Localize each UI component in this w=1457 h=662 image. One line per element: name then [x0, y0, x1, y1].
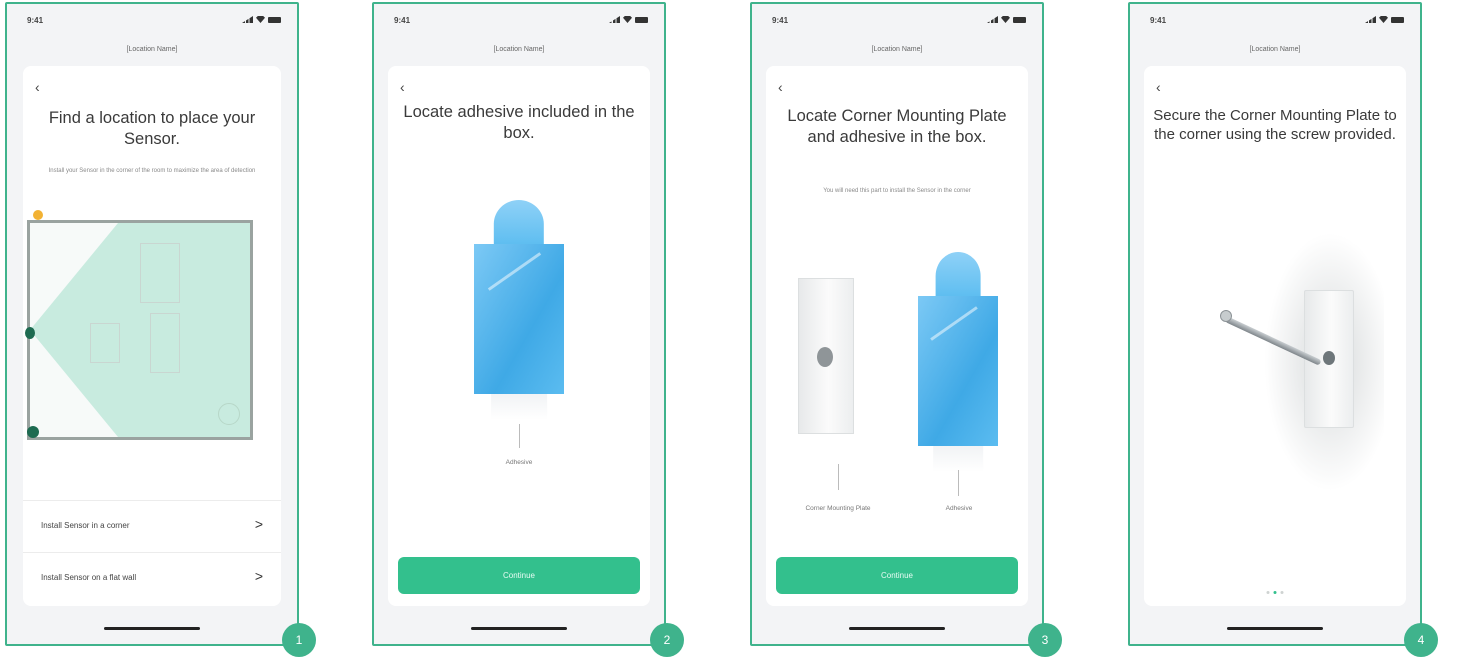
page-indicator — [1266, 591, 1284, 594]
back-chevron-icon[interactable]: ‹ — [400, 80, 405, 94]
caption-leader — [838, 464, 839, 490]
wifi-icon — [1001, 16, 1010, 23]
room-diagram — [25, 220, 253, 440]
furniture-outline — [140, 243, 180, 303]
step-badge: 1 — [282, 623, 316, 657]
battery-icon — [1391, 16, 1404, 23]
sensor-marker-icon — [33, 210, 43, 220]
back-chevron-icon[interactable]: ‹ — [35, 80, 40, 94]
back-chevron-icon[interactable]: ‹ — [1156, 80, 1161, 94]
chevron-right-icon: > — [254, 516, 263, 532]
phone-screen-3: 9:41 [Location Name] ‹ Locate Corner Mou… — [750, 2, 1044, 646]
page-dot-active — [1273, 591, 1277, 594]
status-bar: 9:41 — [394, 16, 648, 28]
status-bar: 9:41 — [27, 16, 281, 28]
signal-icon — [242, 16, 253, 23]
status-bar: 9:41 — [772, 16, 1026, 28]
home-indicator — [849, 627, 945, 630]
sensor-wall-icon — [25, 327, 35, 339]
phone-screen-2: 9:41 [Location Name] ‹ Locate adhesive i… — [372, 2, 666, 646]
wifi-icon — [1379, 16, 1388, 23]
status-icons — [1365, 16, 1404, 23]
screen-title: Secure the Corner Mounting Plate to the … — [1153, 107, 1397, 143]
step-badge: 2 — [650, 623, 684, 657]
back-chevron-icon[interactable]: ‹ — [778, 80, 783, 94]
content-card: ‹ Locate adhesive included in the box. A… — [388, 66, 650, 606]
home-indicator — [471, 627, 567, 630]
option-label: Install Sensor on a flat wall — [41, 573, 137, 582]
status-icons — [987, 16, 1026, 23]
battery-icon — [635, 16, 648, 23]
page-dot — [1266, 591, 1270, 594]
plate-screw-hole — [817, 347, 833, 367]
caption-adhesive: Adhesive — [505, 459, 533, 466]
caption-corner-mounting-plate: Corner Mounting Plate — [805, 505, 871, 512]
screen-subtitle: Install your Sensor in the corner of the… — [48, 168, 256, 174]
adhesive-illustration — [474, 200, 564, 422]
adhesive-tab — [933, 446, 983, 472]
option-label: Install Sensor in a corner — [41, 521, 130, 530]
location-name: [Location Name] — [1249, 46, 1301, 53]
location-name: [Location Name] — [871, 46, 923, 53]
screw-head — [1220, 310, 1232, 322]
status-time: 9:41 — [1150, 16, 1167, 25]
screen-title: Find a location to place your Sensor. — [48, 109, 256, 148]
status-icons — [609, 16, 648, 23]
step-badge: 3 — [1028, 623, 1062, 657]
screen-subtitle: You will need this part to install the S… — [823, 188, 971, 194]
status-time: 9:41 — [27, 16, 44, 25]
continue-button[interactable]: Continue — [776, 557, 1018, 594]
phone-screen-4: 9:41 [Location Name] ‹ Secure the Corner… — [1128, 2, 1422, 646]
option-flat-wall[interactable]: Install Sensor on a flat wall > — [23, 552, 281, 600]
screen-title: Locate Corner Mounting Plate and adhesiv… — [787, 107, 1007, 146]
wifi-icon — [256, 16, 265, 23]
step-badge: 4 — [1404, 623, 1438, 657]
adhesive-illustration — [918, 252, 998, 474]
status-bar: 9:41 — [1150, 16, 1404, 28]
location-name: [Location Name] — [126, 46, 178, 53]
adhesive-tab — [491, 394, 547, 420]
caption-adhesive: Adhesive — [945, 505, 973, 512]
signal-icon — [987, 16, 998, 23]
caption-leader — [519, 424, 520, 448]
plant-icon — [218, 403, 240, 425]
home-indicator — [1227, 627, 1323, 630]
wifi-icon — [623, 16, 632, 23]
plate-screw-hole — [1323, 351, 1335, 365]
furniture-outline — [90, 323, 120, 363]
continue-button[interactable]: Continue — [398, 557, 640, 594]
signal-icon — [609, 16, 620, 23]
status-icons — [242, 16, 281, 23]
location-name: [Location Name] — [493, 46, 545, 53]
home-indicator — [104, 627, 200, 630]
screen-title: Locate adhesive included in the box. — [403, 103, 635, 142]
content-card: ‹ Locate Corner Mounting Plate and adhes… — [766, 66, 1028, 606]
battery-icon — [1013, 16, 1026, 23]
signal-icon — [1365, 16, 1376, 23]
content-card: ‹ Find a location to place your Sensor. … — [23, 66, 281, 606]
caption-leader — [958, 470, 959, 496]
option-corner[interactable]: Install Sensor in a corner > — [23, 500, 281, 548]
status-time: 9:41 — [772, 16, 789, 25]
content-card: ‹ Secure the Corner Mounting Plate to th… — [1144, 66, 1406, 606]
sensor-corner-icon — [27, 426, 39, 438]
battery-icon — [268, 16, 281, 23]
page-dot — [1280, 591, 1284, 594]
phone-screen-1: 9:41 [Location Name] ‹ Find a location t… — [5, 2, 299, 646]
corner-mounting-plate-illustration — [798, 278, 854, 434]
chevron-right-icon: > — [254, 568, 263, 584]
status-time: 9:41 — [394, 16, 411, 25]
furniture-outline — [150, 313, 180, 373]
